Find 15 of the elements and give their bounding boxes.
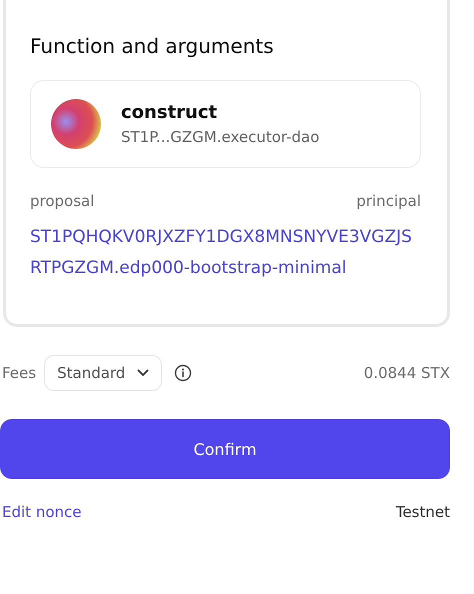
fee-amount: 0.0844 STX	[364, 364, 450, 382]
function-name: construct	[121, 102, 218, 123]
chevron-down-icon	[137, 369, 150, 377]
confirm-button[interactable]: Confirm	[0, 419, 450, 479]
argument-type: principal	[356, 192, 421, 210]
section-title: Function and arguments	[30, 34, 275, 58]
edit-nonce-link[interactable]: Edit nonce	[2, 503, 82, 521]
argument-value: ST1PQHQKV0RJXZFY1DGX8MNSNYVE3VGZJSRTPGZGM.edp000-bootstrap-minimal	[30, 226, 413, 280]
argument-name: proposal	[30, 192, 94, 210]
fees-label: Fees	[2, 364, 36, 382]
avatar-icon	[51, 99, 101, 149]
fee-dropdown[interactable]: Standard	[44, 355, 162, 391]
network-label: Testnet	[396, 503, 450, 521]
info-icon[interactable]	[174, 364, 192, 382]
contract-name: ST1P...GZGM.executor-dao	[121, 128, 320, 146]
